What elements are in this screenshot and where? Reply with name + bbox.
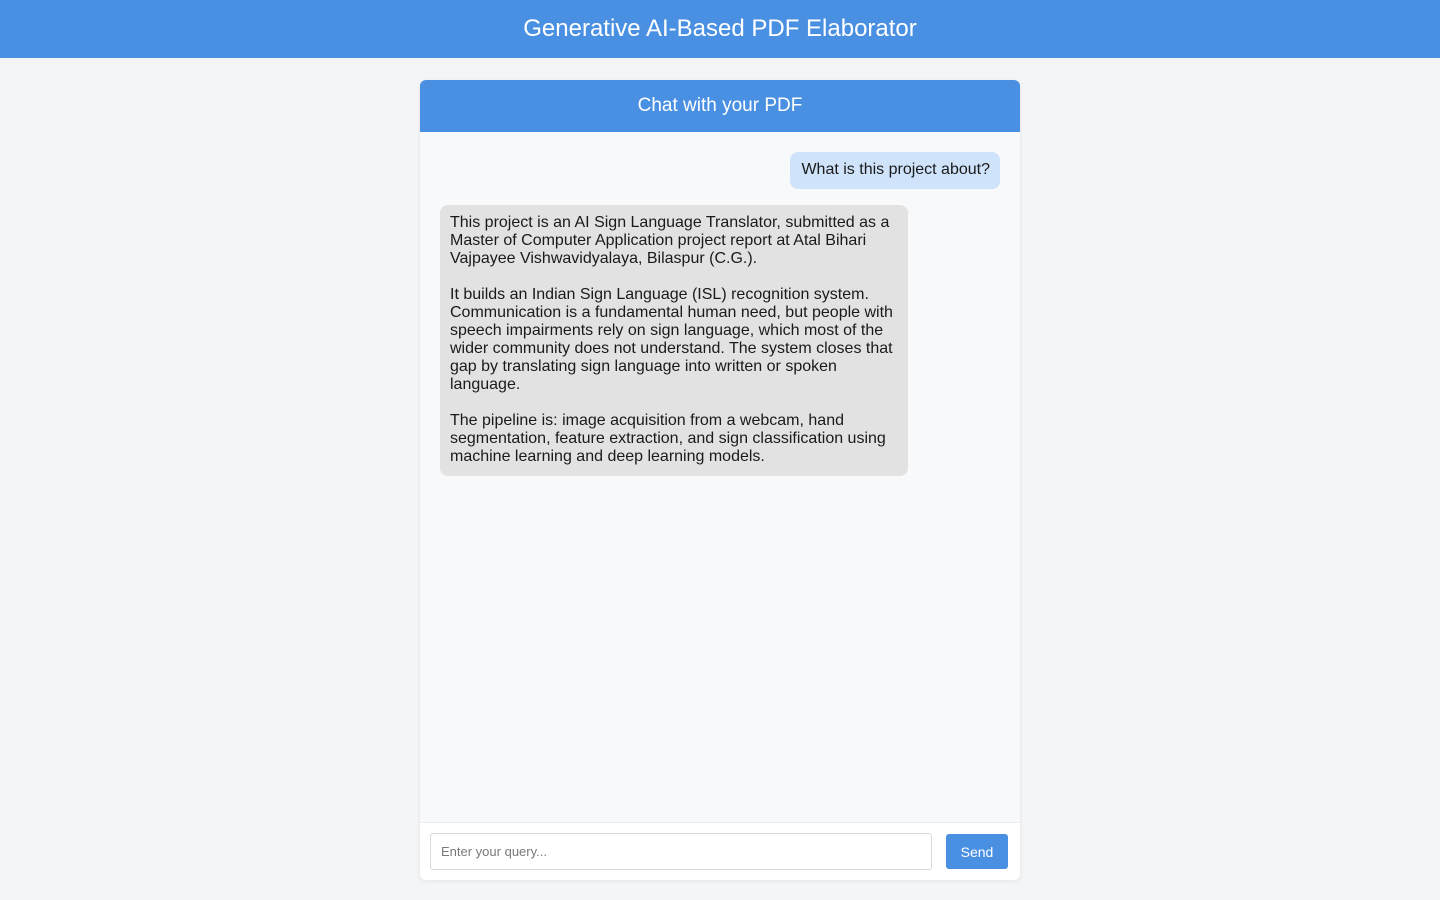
user-message: What is this project about? — [790, 152, 1000, 189]
chat-messages[interactable]: What is this project about? This project… — [420, 132, 1020, 822]
app-title: Generative AI-Based PDF Elaborator — [523, 15, 917, 42]
chat-title: Chat with your PDF — [637, 95, 803, 116]
user-message-text: What is this project about? — [801, 161, 990, 178]
assistant-message-paragraph: The pipeline is: image acquisition from … — [450, 412, 886, 465]
app-header: Generative AI-Based PDF Elaborator — [0, 0, 1440, 58]
chat-panel: Chat with your PDF What is this project … — [420, 80, 1020, 880]
assistant-message-paragraph: This project is an AI Sign Language Tran… — [450, 214, 890, 267]
assistant-message-paragraph: It builds an Indian Sign Language (ISL) … — [450, 286, 893, 393]
query-input[interactable] — [430, 833, 932, 870]
chat-input-bar: Send — [420, 822, 1020, 880]
send-button[interactable]: Send — [946, 834, 1008, 869]
chat-header: Chat with your PDF — [420, 80, 1020, 132]
assistant-message: This project is an AI Sign Language Tran… — [440, 205, 908, 476]
